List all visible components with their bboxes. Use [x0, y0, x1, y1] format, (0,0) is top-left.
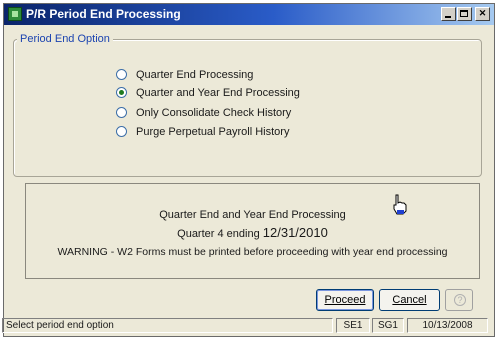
status-message: Select period end option [2, 318, 333, 333]
quarter-prefix: Quarter 4 ending [177, 228, 260, 240]
cancel-button[interactable]: Cancel [379, 289, 440, 311]
minimize-button[interactable] [441, 7, 456, 21]
radio-button[interactable] [116, 107, 127, 118]
radio-button[interactable] [116, 69, 127, 80]
processing-title: Quarter End and Year End Processing [159, 209, 346, 221]
quarter-date: 12/31/2010 [262, 225, 328, 240]
maximize-button[interactable] [457, 7, 472, 21]
hand-pointer-icon [393, 194, 407, 215]
option-label: Quarter and Year End Processing [136, 87, 300, 99]
close-button[interactable]: ✕ [475, 7, 490, 21]
maximize-icon [460, 10, 468, 17]
group-legend: Period End Option [17, 32, 113, 46]
info-panel: Quarter End and Year End Processing Quar… [25, 183, 480, 279]
minimize-icon [445, 16, 451, 18]
option-label: Only Consolidate Check History [136, 107, 292, 119]
quarter-ending-line: Quarter 4 ending 12/31/2010 [26, 225, 479, 240]
title-bar[interactable]: P/R Period End Processing ✕ [4, 4, 494, 25]
warning-text: WARNING - W2 Forms must be printed befor… [57, 246, 448, 258]
app-icon [8, 7, 22, 21]
proceed-button[interactable]: Proceed [316, 289, 374, 311]
option-label: Quarter End Processing [136, 69, 254, 81]
help-icon: ? [454, 294, 466, 306]
status-code: SG1 [372, 318, 404, 333]
option-label: Purge Perpetual Payroll History [136, 126, 290, 138]
window-title: P/R Period End Processing [26, 7, 181, 21]
status-date: 10/13/2008 [407, 318, 488, 333]
help-button[interactable]: ? [445, 289, 473, 311]
radio-button[interactable] [116, 126, 127, 137]
status-bar: Select period end option SE1 SG1 10/13/2… [0, 318, 490, 333]
status-company: SE1 [336, 318, 370, 333]
radio-button-selected[interactable] [116, 87, 127, 98]
